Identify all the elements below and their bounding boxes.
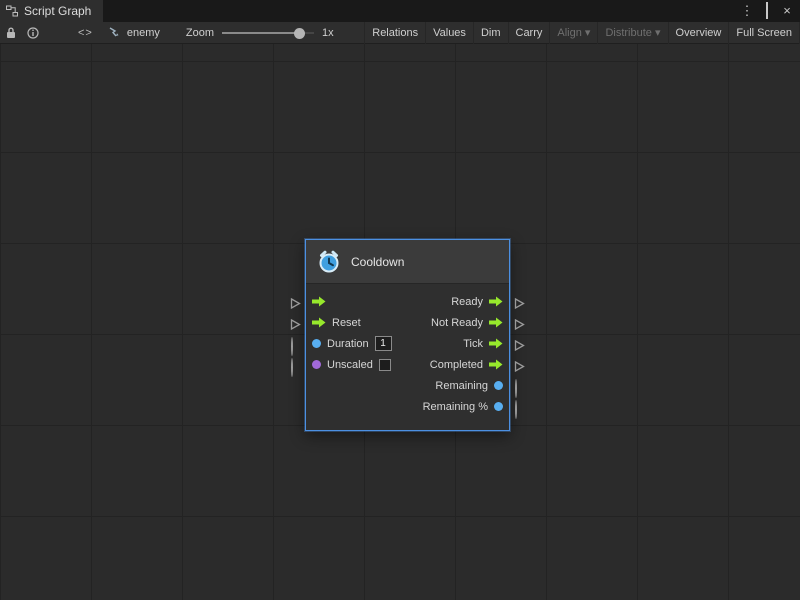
relations-button[interactable]: Relations: [364, 22, 425, 44]
value-port-dot-blue: [312, 339, 321, 348]
duration-input-port[interactable]: Duration: [312, 336, 392, 351]
completed-output-port[interactable]: Completed: [430, 359, 503, 371]
unscaled-input-port[interactable]: Unscaled: [312, 359, 391, 371]
port-row: Ready: [306, 291, 509, 312]
menu-kebab-icon[interactable]: ⋮: [740, 0, 754, 22]
overview-button[interactable]: Overview: [668, 22, 729, 44]
flow-input-port[interactable]: [312, 296, 326, 307]
tick-output-port[interactable]: Tick: [463, 338, 503, 350]
button-label: Full Screen: [736, 27, 792, 39]
button-label: Align: [557, 27, 581, 39]
flow-output-marker[interactable]: [514, 296, 525, 307]
value-port-dot-blue: [494, 381, 503, 390]
node-title: Cooldown: [351, 255, 404, 269]
flow-output-marker[interactable]: [514, 359, 525, 370]
button-label: Relations: [372, 27, 418, 39]
flow-arrow-icon: [489, 296, 503, 307]
values-button[interactable]: Values: [425, 22, 473, 44]
button-label: Overview: [676, 27, 722, 39]
distribute-button: Distribute ▾: [597, 22, 667, 44]
graph-toolbar: <> enemy Zoom 1x Relations Values Dim Ca…: [0, 22, 800, 44]
graph-name-label: enemy: [127, 27, 160, 39]
zoom-label: Zoom: [186, 27, 214, 39]
port-label: Unscaled: [327, 359, 373, 371]
info-icon[interactable]: [22, 22, 44, 44]
window-controls: ⋮ ×: [740, 0, 800, 22]
zoom-slider-handle[interactable]: [294, 28, 305, 39]
port-label: Completed: [430, 359, 483, 371]
button-label: Distribute: [605, 27, 651, 39]
port-label: Reset: [332, 317, 361, 329]
zoom-slider[interactable]: [222, 27, 314, 39]
script-graph-window: Script Graph ⋮ × <>: [0, 0, 800, 600]
flow-arrow-icon: [489, 317, 503, 328]
port-row: Remaining: [306, 375, 509, 396]
alarm-clock-icon: [316, 249, 342, 275]
maximize-icon[interactable]: [760, 0, 774, 22]
graph-pointer-icon: [109, 27, 122, 38]
dim-button[interactable]: Dim: [473, 22, 508, 44]
zoom-control: Zoom 1x: [186, 27, 334, 39]
value-output-marker[interactable]: [514, 380, 525, 391]
port-row: Duration Tick: [306, 333, 509, 354]
script-graph-icon: [6, 5, 18, 17]
zoom-slider-fill: [222, 32, 300, 34]
carry-button[interactable]: Carry: [508, 22, 550, 44]
close-icon[interactable]: ×: [780, 0, 794, 22]
port-label: Duration: [327, 338, 369, 350]
port-label: Not Ready: [431, 317, 483, 329]
unscaled-checkbox[interactable]: [379, 359, 391, 371]
button-label: Carry: [516, 27, 543, 39]
port-label: Tick: [463, 338, 483, 350]
graph-canvas[interactable]: Cooldown Ready Reset: [0, 44, 800, 600]
dropdown-arrow-icon: ▾: [585, 26, 591, 39]
flow-input-marker[interactable]: [290, 317, 301, 328]
align-button: Align ▾: [549, 22, 597, 44]
remaining-percent-output-port[interactable]: Remaining %: [423, 401, 503, 413]
flow-arrow-icon: [312, 317, 326, 328]
value-input-marker[interactable]: [290, 359, 301, 370]
lock-icon[interactable]: [0, 22, 22, 44]
maximize-box-glyph: [766, 2, 768, 19]
port-row: Remaining %: [306, 396, 509, 417]
node-body: Ready Reset Not Ready: [306, 284, 509, 430]
zoom-value-label: 1x: [322, 27, 334, 39]
cooldown-node[interactable]: Cooldown Ready Reset: [305, 239, 510, 431]
value-port-dot-blue: [494, 402, 503, 411]
reset-input-port[interactable]: Reset: [312, 317, 361, 329]
remaining-output-port[interactable]: Remaining: [435, 380, 503, 392]
button-label: Values: [433, 27, 466, 39]
ready-output-port[interactable]: Ready: [451, 296, 503, 308]
full-screen-button[interactable]: Full Screen: [728, 22, 800, 44]
port-label: Ready: [451, 296, 483, 308]
button-label: Dim: [481, 27, 501, 39]
node-header[interactable]: Cooldown: [306, 240, 509, 284]
flow-output-marker[interactable]: [514, 317, 525, 328]
toolbar-button-group: Relations Values Dim Carry Align ▾ Distr…: [364, 22, 800, 44]
dropdown-arrow-icon: ▾: [655, 26, 661, 39]
not-ready-output-port[interactable]: Not Ready: [431, 317, 503, 329]
value-port-dot-purple: [312, 360, 321, 369]
port-label: Remaining: [435, 380, 488, 392]
flow-arrow-icon: [489, 359, 503, 370]
port-row: Unscaled Completed: [306, 354, 509, 375]
flow-output-marker[interactable]: [514, 338, 525, 349]
code-icon[interactable]: <>: [78, 27, 93, 39]
tab-title: Script Graph: [24, 4, 91, 18]
title-bar: Script Graph ⋮ ×: [0, 0, 800, 22]
port-label: Remaining %: [423, 401, 488, 413]
tab-script-graph[interactable]: Script Graph: [0, 0, 103, 22]
flow-arrow-icon: [312, 296, 326, 307]
graph-breadcrumb-enemy[interactable]: enemy: [109, 27, 160, 39]
value-input-marker[interactable]: [290, 338, 301, 349]
flow-input-marker[interactable]: [290, 296, 301, 307]
flow-arrow-icon: [489, 338, 503, 349]
port-row: Reset Not Ready: [306, 312, 509, 333]
duration-value-field[interactable]: [375, 336, 392, 351]
value-output-marker[interactable]: [514, 401, 525, 412]
